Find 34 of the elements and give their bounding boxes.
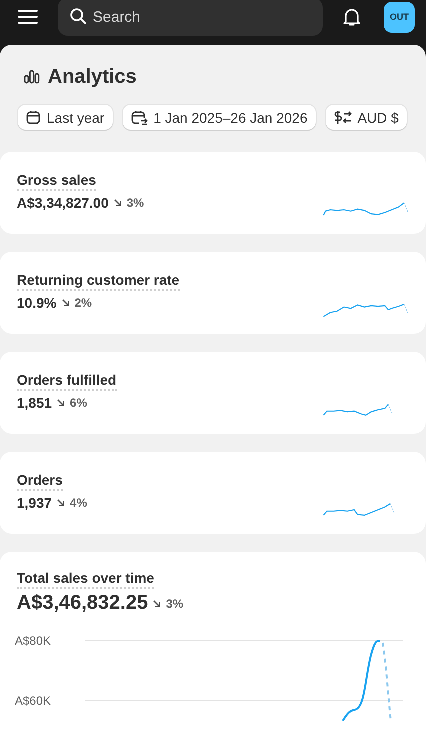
change-percent: 6% (70, 396, 88, 410)
y-axis-label: A$60K (15, 694, 52, 708)
metric-card[interactable]: Gross sales A$3,34,827.00 3% (0, 152, 426, 234)
bar-chart-icon (24, 70, 40, 84)
chart-title: Total sales over time (17, 570, 154, 589)
metric-title: Gross sales (17, 172, 96, 191)
avatar-button[interactable]: OUT (384, 2, 415, 32)
metric-card[interactable]: Returning customer rate 10.9% 2% (0, 252, 426, 334)
search-field[interactable]: Search (58, 0, 323, 36)
change-percent: 4% (70, 496, 88, 510)
metric-title: Orders (17, 472, 63, 491)
search-icon (70, 8, 87, 25)
currency-exchange-icon (334, 110, 352, 125)
metric-title: Returning customer rate (17, 272, 180, 291)
change-percent: 2% (74, 296, 92, 310)
metric-title: Orders fulfilled (17, 372, 117, 391)
filter-chip[interactable]: Last year (18, 105, 113, 130)
metric-card[interactable]: Orders fulfilled 1,851 6% (0, 352, 426, 434)
calendar-icon (26, 110, 41, 125)
change-percent: 3% (126, 196, 144, 210)
metric-value: 10.9% (17, 295, 57, 311)
menu-icon[interactable] (18, 9, 38, 25)
metric-value: 1,851 (17, 395, 52, 411)
total-sales-value: A$3,46,832.25 (17, 592, 148, 615)
change-percent: 3% (166, 596, 184, 610)
calendar-compare-icon (130, 110, 148, 126)
metric-value: 1,937 (17, 495, 52, 511)
bell-icon[interactable] (343, 8, 361, 26)
y-axis-label: A$80K (15, 634, 52, 648)
metric-card[interactable]: Orders 1,937 4% (0, 452, 426, 534)
page-title: Analytics (48, 66, 137, 88)
filter-chip[interactable]: AUD $ (326, 105, 407, 130)
filter-chip[interactable]: 1 Jan 2025–26 Jan 2026 (122, 105, 316, 130)
metric-value: A$3,34,827.00 (17, 195, 109, 211)
